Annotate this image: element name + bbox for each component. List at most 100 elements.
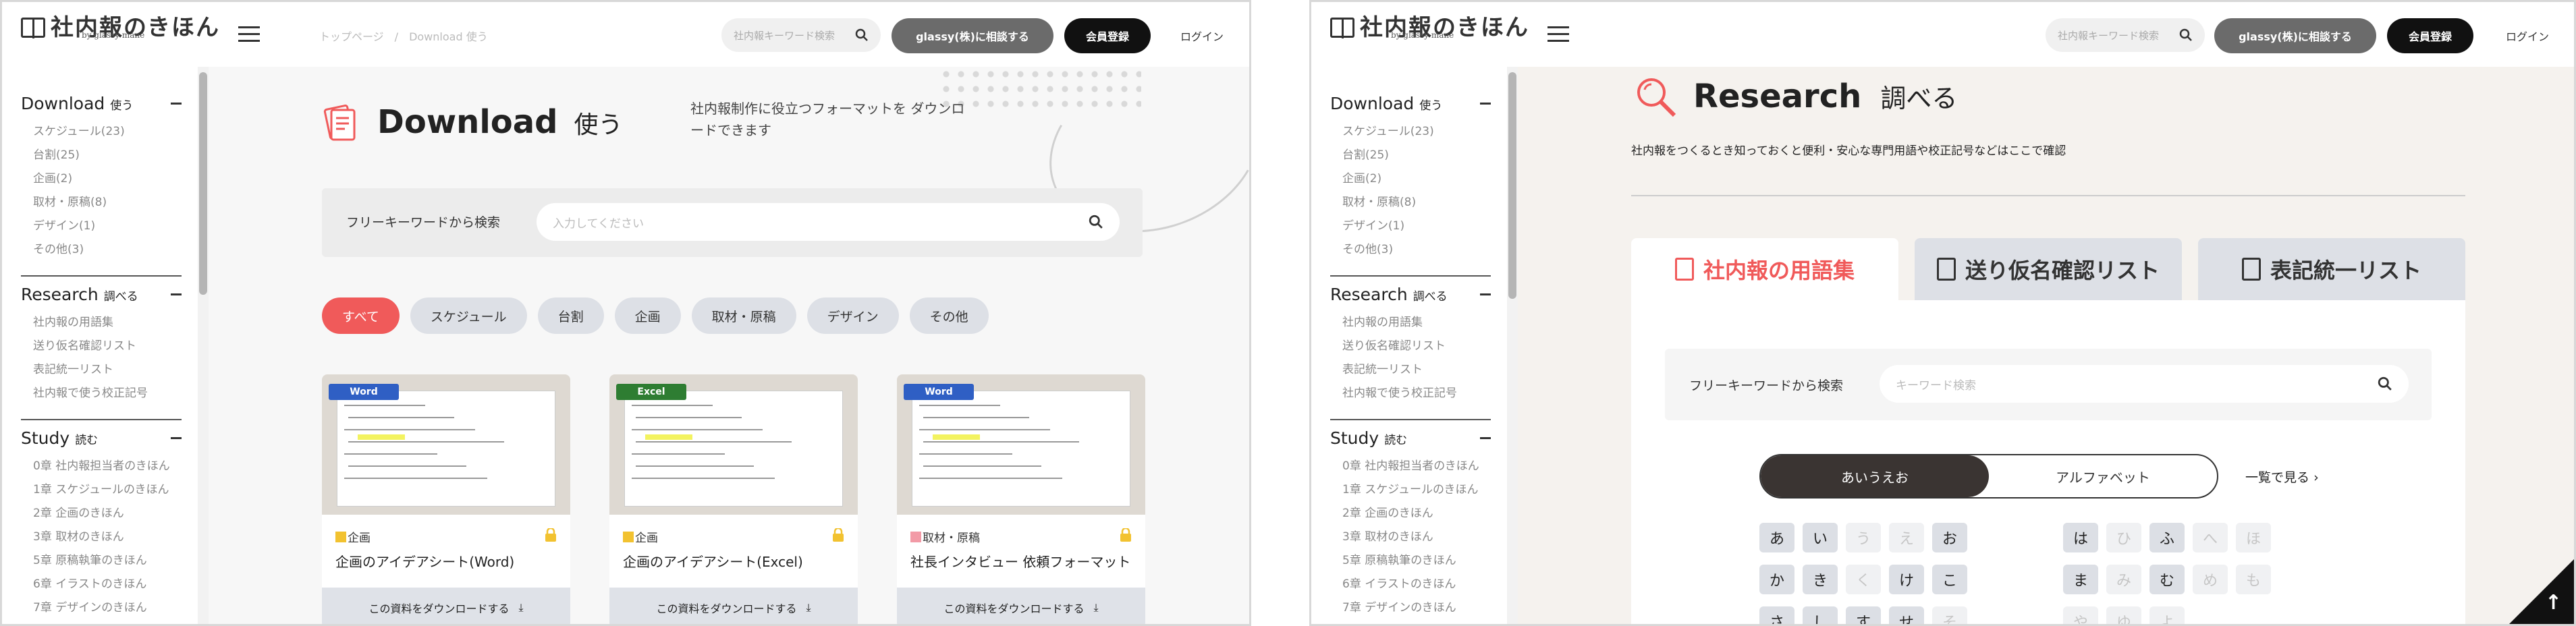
download-card[interactable]: Word 取材・原稿 社長インタビュー 依頼フォーマット この資料をダウンロードする ⤓: [897, 374, 1145, 624]
sidebar-item[interactable]: 7章 デザインのきほん: [21, 596, 182, 620]
filter-chip[interactable]: 企画: [614, 297, 681, 334]
search-icon[interactable]: [2378, 376, 2392, 391]
kana-key[interactable]: さ: [1759, 606, 1794, 624]
toggle-aiueo[interactable]: あいうえお: [1761, 455, 1989, 497]
collapse-minus-icon[interactable]: [1480, 103, 1491, 105]
hamburger-icon[interactable]: [1547, 26, 1569, 42]
download-button[interactable]: この資料をダウンロードする ⤓: [609, 588, 858, 624]
filter-chip[interactable]: デザイン: [806, 297, 899, 334]
download-button[interactable]: この資料をダウンロードする ⤓: [897, 588, 1145, 624]
sidebar-item[interactable]: 表記統一リスト: [21, 358, 182, 382]
sidebar-item[interactable]: 送り仮名確認リスト: [21, 335, 182, 358]
search-icon[interactable]: [2179, 28, 2193, 42]
download-button[interactable]: この資料をダウンロードする ⤓: [322, 588, 570, 624]
kana-key[interactable]: い: [1803, 523, 1838, 552]
consult-button[interactable]: glassy(株)に相談する: [892, 18, 1053, 53]
tab-glossary[interactable]: 社内報の用語集: [1631, 238, 1898, 300]
filter-chip[interactable]: スケジュール: [410, 297, 527, 334]
sidebar-item[interactable]: 取材・原稿(8): [1330, 191, 1491, 215]
kana-key[interactable]: む: [2149, 565, 2185, 594]
sidebar-item[interactable]: 台割(25): [1330, 144, 1491, 167]
consult-button[interactable]: glassy(株)に相談する: [2214, 18, 2376, 53]
sidebar-item[interactable]: その他(3): [1330, 238, 1491, 262]
download-card[interactable]: Excel 企画 企画のアイデアシート(Excel) この資料をダウンロードする ⤓: [609, 374, 858, 624]
sidebar-item[interactable]: その他(3): [21, 238, 182, 262]
view-all-link[interactable]: 一覧で見る ›: [2245, 467, 2319, 486]
join-button[interactable]: 会員登録: [2387, 18, 2473, 53]
join-button[interactable]: 会員登録: [1064, 18, 1151, 53]
kana-key[interactable]: ま: [2063, 565, 2098, 594]
sidebar-item[interactable]: 6章 イラストのきほん: [21, 573, 182, 596]
sidebar-item[interactable]: 5章 原稿執筆のきほん: [1330, 549, 1491, 573]
header-search-input[interactable]: 社内報キーワード検索: [2046, 18, 2205, 52]
kana-key[interactable]: ふ: [2149, 523, 2185, 552]
sidebar-item[interactable]: 表記統一リスト: [1330, 358, 1491, 382]
kana-key[interactable]: あ: [1759, 523, 1794, 552]
sidebar-item[interactable]: 1章 スケジュールのきほん: [21, 478, 182, 502]
sidebar-item[interactable]: 社内報の用語集: [1330, 311, 1491, 335]
header-search-input[interactable]: 社内報キーワード検索: [721, 18, 881, 52]
arrow-up-icon[interactable]: ↑: [2545, 591, 2562, 615]
sidebar-item[interactable]: 0章 社内報担当者のきほん: [1330, 455, 1491, 478]
sidebar-section-download[interactable]: Download 使う: [21, 94, 182, 113]
sidebar-section-download[interactable]: Download 使う: [1330, 94, 1491, 113]
sidebar-item[interactable]: デザイン(1): [1330, 215, 1491, 238]
sidebar-item[interactable]: 1章 スケジュールのきほん: [1330, 478, 1491, 502]
hamburger-icon[interactable]: [238, 26, 260, 42]
collapse-minus-icon[interactable]: [171, 437, 182, 439]
sidebar-item[interactable]: 社内報で使う校正記号: [21, 382, 182, 405]
login-link[interactable]: ログイン: [1180, 28, 1224, 44]
kana-key[interactable]: き: [1803, 565, 1838, 594]
download-card[interactable]: Word 企画 企画のアイデアシート(Word) この資料をダウンロードする ⤓: [322, 374, 570, 624]
login-link[interactable]: ログイン: [2506, 28, 2549, 44]
sidebar-item[interactable]: 企画(2): [1330, 167, 1491, 191]
sidebar-item[interactable]: 社内報の用語集: [21, 311, 182, 335]
sidebar-section-study[interactable]: Study 読む: [1330, 428, 1491, 448]
sidebar-item[interactable]: スケジュール(23): [1330, 120, 1491, 144]
search-icon[interactable]: [855, 28, 869, 42]
breadcrumb[interactable]: トップページ / Download 使う: [319, 28, 488, 44]
collapse-minus-icon[interactable]: [1480, 293, 1491, 295]
kana-key[interactable]: は: [2063, 523, 2098, 552]
sidebar-item[interactable]: 6章 イラストのきほん: [1330, 573, 1491, 596]
search-icon[interactable]: [1089, 215, 1103, 229]
sidebar-item[interactable]: 2章 企画のきほん: [1330, 502, 1491, 525]
sidebar-item[interactable]: 0章 社内報担当者のきほん: [21, 455, 182, 478]
sidebar-item[interactable]: 2章 企画のきほん: [21, 502, 182, 525]
sidebar-item[interactable]: 台割(25): [21, 144, 182, 167]
collapse-minus-icon[interactable]: [1480, 437, 1491, 439]
kana-key[interactable]: こ: [1932, 565, 1967, 594]
filter-chip[interactable]: すべて: [322, 297, 400, 334]
sidebar-item[interactable]: 取材・原稿(8): [21, 191, 182, 215]
glossary-search-input[interactable]: キーワード検索: [1880, 365, 2409, 403]
filter-chip[interactable]: その他: [909, 297, 989, 334]
sidebar-item[interactable]: デザイン(1): [21, 215, 182, 238]
filter-chip[interactable]: 取材・原稿: [691, 297, 796, 334]
collapse-minus-icon[interactable]: [171, 103, 182, 105]
back-to-top-button[interactable]: [2509, 559, 2574, 624]
kana-key[interactable]: す: [1846, 606, 1881, 624]
kana-key[interactable]: お: [1932, 523, 1967, 552]
sidebar-scroll-thumb[interactable]: [1508, 72, 1516, 299]
kana-key[interactable]: か: [1759, 565, 1794, 594]
sidebar-scroll-thumb[interactable]: [199, 72, 207, 295]
kana-key[interactable]: し: [1803, 606, 1838, 624]
sidebar-item[interactable]: スケジュール(23): [21, 120, 182, 144]
sidebar-item[interactable]: 5章 原稿執筆のきほん: [21, 549, 182, 573]
download-search-input[interactable]: 入力してください: [537, 203, 1120, 241]
filter-chip[interactable]: 台割: [537, 297, 604, 334]
sidebar-item[interactable]: 企画(2): [21, 167, 182, 191]
toggle-alphabet[interactable]: アルファベット: [1989, 455, 2217, 497]
kana-key[interactable]: せ: [1889, 606, 1924, 624]
sidebar-item[interactable]: 送り仮名確認リスト: [1330, 335, 1491, 358]
kana-key[interactable]: け: [1889, 565, 1924, 594]
sidebar-item[interactable]: 3章 取材のきほん: [1330, 525, 1491, 549]
sidebar-item[interactable]: 3章 取材のきほん: [21, 525, 182, 549]
tab-okurigana[interactable]: 送り仮名確認リスト: [1915, 238, 2182, 300]
sidebar-section-study[interactable]: Study 読む: [21, 428, 182, 448]
sidebar-item[interactable]: 社内報で使う校正記号: [1330, 382, 1491, 405]
collapse-minus-icon[interactable]: [171, 293, 182, 295]
tab-notation[interactable]: 表記統一リスト: [2198, 238, 2465, 300]
sidebar-item[interactable]: 7章 デザインのきほん: [1330, 596, 1491, 620]
sidebar-section-research[interactable]: Research 調べる: [1330, 285, 1491, 304]
